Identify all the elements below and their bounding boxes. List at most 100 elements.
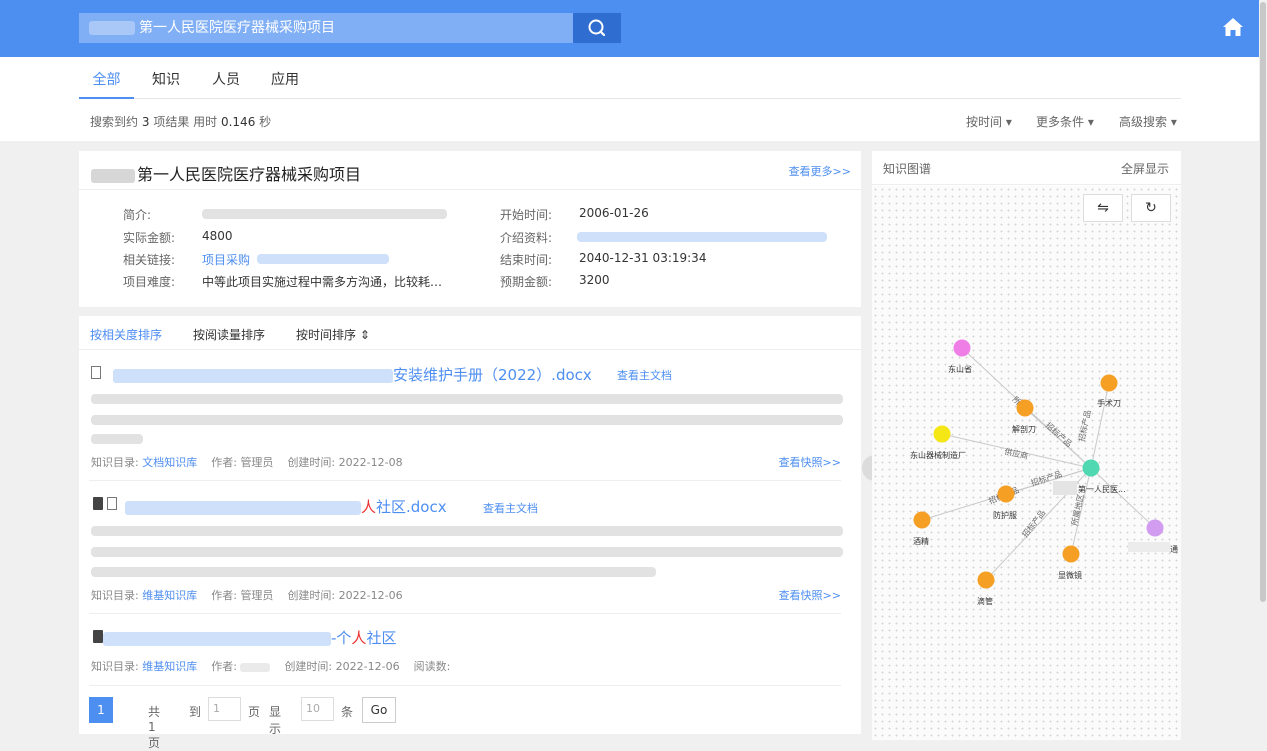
- tab-bar: 全部 知识 人员 应用: [79, 57, 1181, 99]
- divider: [89, 613, 841, 614]
- graph-svg[interactable]: 所属 招标产品 招标产品 供应商 招标产品 招标产品 招标产品 所属地区: [872, 186, 1181, 740]
- expected-value: 3200: [579, 273, 610, 287]
- sort-bar: 按相关度排序 按阅读量排序 按时间排序 ⇕: [79, 316, 861, 350]
- blurred-text: [103, 631, 331, 646]
- page-scrollbar[interactable]: [1259, 0, 1267, 740]
- graph-node[interactable]: [1100, 374, 1118, 392]
- document-icon: [91, 366, 101, 379]
- node-label: 东山省: [948, 364, 972, 374]
- search-icon: [588, 19, 606, 37]
- blurred-text: [89, 21, 135, 35]
- tab-people[interactable]: 人员: [212, 69, 240, 99]
- blurred-text: [125, 500, 361, 515]
- graph-node-center[interactable]: [1082, 459, 1100, 477]
- scrollbar-thumb[interactable]: [1260, 2, 1266, 602]
- result-meta: 知识目录: 维基知识库 作者: 创建时间: 2022-12-06 阅读数:: [91, 658, 450, 674]
- view-snapshot-link[interactable]: 查看快照>>: [779, 454, 841, 470]
- catalog-link[interactable]: 文档知识库: [142, 456, 197, 469]
- divider: [89, 480, 841, 481]
- blurred-text: [113, 368, 393, 383]
- end-value: 2040-12-31 03:19:34: [579, 251, 707, 265]
- home-icon[interactable]: [1220, 14, 1246, 40]
- graph-node[interactable]: [1146, 519, 1164, 537]
- graph-nodes[interactable]: [913, 339, 1164, 589]
- page-1-button[interactable]: 1: [89, 697, 113, 723]
- sort-relevance[interactable]: 按相关度排序: [90, 326, 162, 343]
- graph-node[interactable]: [953, 339, 971, 357]
- trash-icon[interactable]: [93, 497, 103, 510]
- graph-node[interactable]: [1062, 545, 1080, 563]
- divider: [79, 189, 861, 190]
- author-label: 作者:: [211, 660, 237, 673]
- view-main-doc-link[interactable]: 查看主文档: [617, 367, 672, 383]
- graph-node[interactable]: [933, 425, 951, 443]
- result-title[interactable]: -个人社区: [103, 627, 396, 648]
- edge-line: [1090, 382, 1110, 469]
- catalog-link[interactable]: 维基知识库: [142, 660, 197, 673]
- author-label: 作者:: [211, 456, 237, 469]
- result-title-text: 安装维护手册（2022）.docx: [393, 366, 592, 384]
- node-label: 第一人民医...: [1078, 484, 1126, 494]
- node-label: 防护服: [993, 510, 1017, 520]
- page-unit: 页: [248, 705, 261, 719]
- search-query: 第一人民医院医疗器械采购项目: [139, 20, 335, 36]
- trash-icon[interactable]: [93, 630, 103, 643]
- related-link[interactable]: 项目采购: [202, 251, 250, 268]
- node-label: 显微镜: [1058, 570, 1082, 580]
- edge-label: 所属地区: [1069, 493, 1085, 526]
- filter-advanced[interactable]: 高级搜索 ▾: [1119, 113, 1177, 130]
- blurred-text: [91, 415, 843, 425]
- refresh-button[interactable]: ↻: [1131, 194, 1171, 222]
- blurred-text: [91, 394, 843, 404]
- graph-node[interactable]: [1016, 399, 1034, 417]
- created-value: 2022-12-06: [335, 660, 400, 673]
- node-label: 滴管: [977, 596, 993, 606]
- stat-unit: 秒: [259, 115, 272, 129]
- graph-node[interactable]: [997, 485, 1015, 503]
- graph-node[interactable]: [913, 511, 931, 529]
- result-stat: 搜索到约 3 项结果 用时 0.146 秒: [90, 113, 271, 130]
- fullscreen-button[interactable]: 全屏显示: [1121, 160, 1169, 177]
- search-button[interactable]: [573, 13, 621, 43]
- reads-label: 阅读数:: [413, 660, 451, 673]
- view-main-doc-link[interactable]: 查看主文档: [483, 500, 538, 516]
- tab-all[interactable]: 全部: [79, 69, 134, 99]
- created-label: 创建时间:: [284, 660, 333, 673]
- result-title[interactable]: 安装维护手册（2022）.docx: [113, 364, 592, 385]
- blurred-text: [91, 168, 135, 183]
- edge-label: 供应商: [1004, 446, 1030, 461]
- swap-layout-button[interactable]: ⇋: [1083, 194, 1123, 222]
- page-size-input[interactable]: 10: [301, 697, 334, 721]
- blurred-text: [91, 526, 843, 536]
- divider: [89, 685, 841, 686]
- result-title-highlight: 人: [351, 629, 367, 647]
- sort-reads[interactable]: 按阅读量排序: [193, 326, 265, 343]
- filter-by-time[interactable]: 按时间 ▾: [966, 113, 1012, 130]
- result-meta: 知识目录: 文档知识库 作者: 管理员 创建时间: 2022-12-08: [91, 454, 403, 470]
- knowledge-graph-panel: 知识图谱 全屏显示 所属 招标产品 招标产品 供应商 招标产品 招标产: [872, 151, 1181, 740]
- created-label: 创建时间:: [287, 589, 336, 602]
- tab-knowledge[interactable]: 知识: [152, 69, 180, 99]
- view-more-link[interactable]: 查看更多>>: [789, 163, 851, 179]
- graph-node[interactable]: [977, 571, 995, 589]
- blurred-link: [577, 232, 827, 242]
- goto-page-input[interactable]: 1: [208, 697, 241, 721]
- result-title[interactable]: 人社区.docx: [125, 496, 447, 517]
- node-label: 解剖刀: [1012, 424, 1036, 434]
- expected-label: 预期金额:: [500, 275, 553, 289]
- blurred-text: [1053, 481, 1077, 495]
- stat-count: 3: [141, 115, 150, 129]
- graph-canvas[interactable]: 所属 招标产品 招标产品 供应商 招标产品 招标产品 招标产品 所属地区: [872, 186, 1181, 740]
- goto-label: 到: [189, 705, 202, 719]
- catalog-link[interactable]: 维基知识库: [142, 589, 197, 602]
- tab-apps[interactable]: 应用: [271, 69, 299, 99]
- start-label: 开始时间:: [500, 208, 553, 222]
- go-button[interactable]: Go: [362, 697, 396, 723]
- sort-time[interactable]: 按时间排序 ⇕: [296, 326, 370, 343]
- view-snapshot-link[interactable]: 查看快照>>: [779, 587, 841, 603]
- total-pages: 共1页: [148, 705, 161, 750]
- search-input[interactable]: 第一人民医院医疗器械采购项目: [79, 13, 573, 43]
- filter-more[interactable]: 更多条件 ▾: [1036, 113, 1094, 130]
- difficulty-label: 项目难度:: [123, 275, 176, 289]
- results-card: 按相关度排序 按阅读量排序 按时间排序 ⇕ 安装维护手册（2022）.docx …: [79, 316, 861, 750]
